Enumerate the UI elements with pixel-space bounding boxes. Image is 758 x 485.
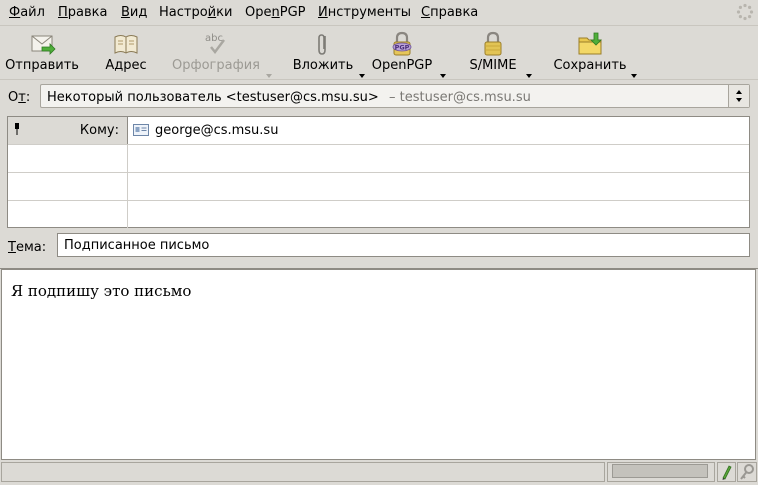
menu-file[interactable]: Файл — [9, 5, 45, 20]
spell-check-icon: abc — [205, 33, 225, 55]
recipient-type-select[interactable] — [8, 173, 128, 200]
menu-settings-label-b: ки — [216, 5, 233, 20]
recipient-address-field[interactable] — [129, 201, 749, 228]
address-label: Адрес — [105, 58, 147, 73]
openpgp-button[interactable]: PGP OpenPGP — [370, 26, 434, 79]
menu-help-mnemonic: С — [421, 5, 431, 20]
smime-button[interactable]: S/MIME — [462, 26, 524, 79]
menu-openpgp-label-b: PGP — [279, 5, 306, 20]
menu-edit-mnemonic: П — [58, 5, 68, 20]
openpgp-dropdown-arrow[interactable] — [440, 74, 446, 78]
pencil-sign-icon — [722, 465, 732, 480]
from-select-spinner[interactable] — [728, 85, 749, 107]
status-progress-bar — [612, 464, 708, 478]
attach-button[interactable]: Вложить — [290, 26, 356, 79]
throbber-icon — [736, 3, 754, 21]
address-button[interactable]: Адрес — [96, 26, 156, 79]
menu-settings[interactable]: Настройки — [159, 5, 232, 20]
recipient-row: Кому: george@cs.msu.su — [8, 117, 749, 145]
recipient-address-field[interactable] — [129, 145, 749, 172]
pin-icon — [15, 123, 19, 135]
smime-dropdown-arrow[interactable] — [526, 74, 532, 78]
menu-openpgp[interactable]: OpenPGP — [245, 5, 306, 20]
from-account-value: – testuser@cs.msu.su — [389, 90, 531, 105]
recipient-type-select[interactable] — [8, 145, 128, 172]
save-button[interactable]: Сохранить — [552, 26, 628, 79]
recipient-row — [8, 201, 749, 229]
attach-label: Вложить — [292, 58, 354, 73]
spelling-button[interactable]: abc Орфография — [168, 26, 264, 79]
pgp-lock-icon: PGP — [392, 31, 412, 56]
spell-badge-text: abc — [205, 33, 223, 44]
recipient-type-select[interactable]: Кому: — [8, 117, 128, 144]
recipient-type-select[interactable] — [8, 201, 128, 228]
save-label: Сохранить — [553, 58, 627, 73]
menu-help-label: правка — [430, 5, 479, 20]
save-dropdown-arrow[interactable] — [631, 74, 637, 78]
from-label-b: : — [25, 90, 31, 105]
status-message-area — [1, 462, 605, 482]
message-body-text: Я подпишу это письмо — [11, 282, 192, 300]
spelling-dropdown-arrow[interactable] — [266, 74, 272, 78]
recipient-type-label: Кому: — [79, 123, 119, 138]
from-label-a: О — [8, 90, 19, 105]
openpgp-label: OpenPGP — [371, 58, 433, 73]
spelling-label: Орфография — [172, 58, 260, 73]
subject-label-text: ема: — [15, 240, 47, 255]
menu-edit[interactable]: Правка — [58, 5, 107, 20]
menu-tools[interactable]: Инструменты — [318, 5, 411, 20]
menu-settings-mnemonic: й — [207, 5, 217, 20]
address-book-icon — [114, 35, 138, 54]
menu-view-label: ид — [129, 5, 148, 20]
contact-card-icon — [133, 124, 149, 136]
subject-input[interactable]: Подписанное письмо — [57, 233, 750, 257]
recipient-address-field[interactable] — [129, 173, 749, 200]
paperclip-icon — [318, 34, 326, 55]
menu-view-mnemonic: В — [121, 5, 130, 20]
recipients-table: Кому: george@cs.msu.su — [7, 116, 750, 228]
from-label: От: — [8, 90, 30, 105]
menu-view[interactable]: Вид — [121, 5, 147, 20]
recipient-address-value: george@cs.msu.su — [155, 123, 279, 138]
key-icon — [740, 464, 754, 480]
from-identity-value: Некоторый пользователь <testuser@cs.msu.… — [47, 90, 379, 105]
menu-bar: Файл Правка Вид Настройки OpenPGP Инстру… — [0, 0, 758, 26]
menu-tools-label: нструменты — [327, 5, 412, 20]
recipient-row — [8, 173, 749, 201]
from-identity-select[interactable]: Некоторый пользователь <testuser@cs.msu.… — [40, 84, 750, 108]
pgp-badge-text: PGP — [395, 44, 410, 52]
toolbar: Отправить Адрес abc Орфография Вложить P… — [0, 26, 758, 80]
lock-icon — [484, 31, 502, 56]
menu-tools-mnemonic: И — [318, 5, 328, 20]
smime-label: S/MIME — [469, 58, 517, 73]
subject-label-mnemonic: Т — [8, 240, 16, 255]
status-encrypt-area[interactable] — [737, 462, 757, 482]
menu-file-label: айл — [20, 5, 45, 20]
pane-splitter[interactable] — [0, 262, 758, 269]
status-signed-area[interactable] — [717, 462, 736, 482]
send-icon — [31, 35, 56, 55]
updown-arrows-icon — [736, 90, 742, 102]
send-label: Отправить — [5, 58, 79, 73]
recipient-address-field[interactable]: george@cs.msu.su — [129, 117, 749, 144]
attach-dropdown-arrow[interactable] — [359, 74, 365, 78]
menu-settings-label-a: Настро — [159, 5, 208, 20]
menu-help[interactable]: Справка — [421, 5, 478, 20]
menu-openpgp-label-a: Ope — [245, 5, 272, 20]
save-folder-icon — [578, 32, 602, 55]
from-label-mnemonic: т — [18, 90, 26, 105]
recipient-row — [8, 145, 749, 173]
send-button[interactable]: Отправить — [2, 26, 82, 79]
menu-file-mnemonic: Ф — [9, 5, 21, 20]
menu-edit-label: равка — [67, 5, 108, 20]
subject-label: Тема: — [8, 240, 46, 255]
menu-openpgp-mnemonic: n — [271, 5, 280, 20]
message-body-editor[interactable]: Я подпишу это письмо — [1, 269, 756, 460]
